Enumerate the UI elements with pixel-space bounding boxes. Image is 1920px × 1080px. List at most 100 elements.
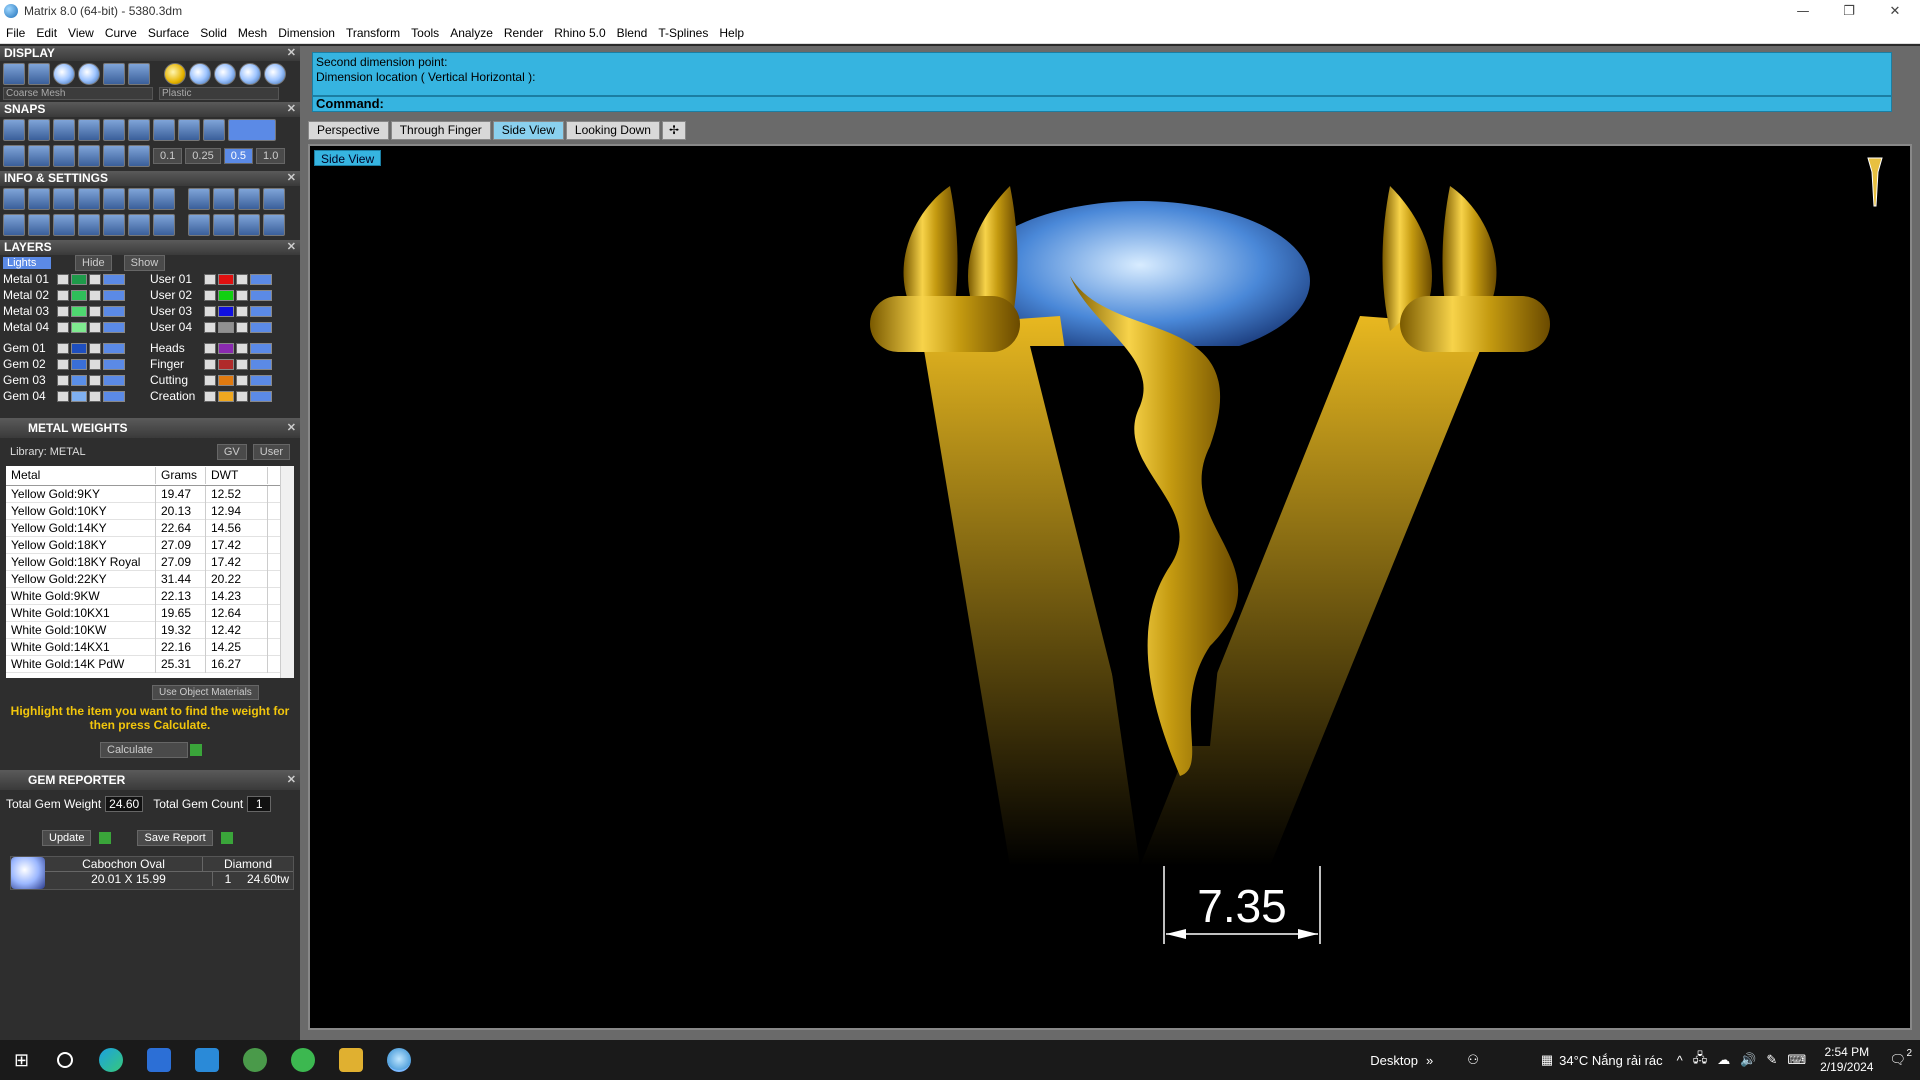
- restore-icon[interactable]: ❐: [1826, 0, 1872, 22]
- menu-mesh[interactable]: Mesh: [238, 26, 267, 40]
- layer-row[interactable]: Cutting: [150, 372, 297, 388]
- hide-button[interactable]: Hide: [75, 255, 112, 271]
- ghost-icon[interactable]: [28, 63, 50, 85]
- volume-icon[interactable]: 🔊: [1740, 1052, 1756, 1068]
- show-button[interactable]: Show: [123, 255, 166, 271]
- search-icon[interactable]: [57, 1052, 74, 1068]
- frame-icon[interactable]: [213, 188, 235, 210]
- table-row[interactable]: Yellow Gold:18KY 27.09 17.42: [6, 536, 294, 554]
- calc-icon[interactable]: [153, 214, 175, 236]
- layer-row[interactable]: User 03: [150, 303, 297, 319]
- layers-icon[interactable]: [53, 188, 75, 210]
- play-icon[interactable]: [220, 832, 233, 844]
- column-icon[interactable]: [78, 214, 100, 236]
- menu-surface[interactable]: Surface: [148, 26, 189, 40]
- snap-value-0[interactable]: 0.1: [153, 148, 183, 164]
- table-row[interactable]: Yellow Gold:10KY 20.13 12.94: [6, 502, 294, 520]
- app-icon[interactable]: [243, 1048, 268, 1072]
- mail-icon[interactable]: [195, 1048, 220, 1072]
- ring-size-icon[interactable]: [1867, 157, 1883, 207]
- use-object-materials[interactable]: Use Object Materials: [152, 685, 259, 700]
- menu-solid[interactable]: Solid: [200, 26, 227, 40]
- close-icon[interactable]: ✕: [287, 46, 296, 61]
- windows-start-icon[interactable]: ⊞: [14, 1050, 29, 1071]
- tab-side-view[interactable]: Side View: [492, 121, 564, 140]
- dimension-value[interactable]: 7.35: [1197, 880, 1287, 932]
- filter-icon[interactable]: [103, 214, 125, 236]
- save-report-button[interactable]: Save Report: [137, 830, 213, 846]
- snap-value-3[interactable]: 1.0: [256, 148, 286, 164]
- clock[interactable]: 2:54 PM 2/19/2024: [1820, 1045, 1873, 1075]
- layer-row[interactable]: User 04: [150, 319, 297, 335]
- menu-curve[interactable]: Curve: [105, 26, 137, 40]
- lights-layer[interactable]: Lights: [3, 257, 51, 269]
- tab-through-finger[interactable]: Through Finger: [390, 121, 491, 140]
- layer-row[interactable]: Metal 01: [3, 271, 150, 287]
- weather-icon[interactable]: ▦: [1541, 1052, 1553, 1068]
- angle-icon[interactable]: [78, 145, 100, 167]
- grid-icon[interactable]: [3, 145, 25, 167]
- render2-icon[interactable]: [213, 214, 235, 236]
- grid-view-icon[interactable]: [3, 214, 25, 236]
- table-row[interactable]: White Gold:14K PdW 25.31 16.27: [6, 655, 294, 673]
- table-row[interactable]: White Gold:9KW 22.13 14.23: [6, 587, 294, 605]
- desktop-toolbar[interactable]: Desktop: [1370, 1053, 1418, 1068]
- layer-row[interactable]: Creation: [150, 388, 297, 404]
- weather-text[interactable]: 34°C Nắng rải rác: [1559, 1053, 1662, 1068]
- quad-snap-icon[interactable]: [153, 119, 175, 141]
- mesh-select[interactable]: Coarse Mesh: [3, 87, 153, 100]
- menu-dimension[interactable]: Dimension: [278, 26, 335, 40]
- tab-perspective[interactable]: Perspective: [308, 121, 389, 140]
- close-icon[interactable]: ✕: [287, 418, 296, 438]
- render-icon[interactable]: [188, 214, 210, 236]
- add-tab-icon[interactable]: ✢: [661, 121, 687, 140]
- tool-icon[interactable]: [188, 188, 210, 210]
- menu-rhino[interactable]: Rhino 5.0: [554, 26, 605, 40]
- menu-analyze[interactable]: Analyze: [450, 26, 493, 40]
- close-icon[interactable]: ✕: [287, 171, 296, 186]
- chrome-material-icon[interactable]: [239, 63, 261, 85]
- table-row[interactable]: White Gold:10KW 19.32 12.42: [6, 621, 294, 639]
- white-material-icon[interactable]: [189, 63, 211, 85]
- snap-value-1[interactable]: 0.25: [185, 148, 221, 164]
- layer-row[interactable]: Gem 03: [3, 372, 150, 388]
- box-icon[interactable]: [153, 188, 175, 210]
- near-icon[interactable]: [128, 145, 150, 167]
- viewport[interactable]: Side View 7.35: [308, 144, 1912, 1030]
- people-icon[interactable]: ⚇: [1467, 1052, 1479, 1068]
- layer-row[interactable]: User 01: [150, 271, 297, 287]
- gem-list-item[interactable]: Cabochon Oval Diamond 20.01 X 15.99 1 24.60…: [10, 856, 294, 890]
- keyboard-icon[interactable]: ⌨: [1787, 1052, 1806, 1068]
- search-icon[interactable]: [28, 188, 50, 210]
- menu-view[interactable]: View: [68, 26, 94, 40]
- snap-toggle-icon[interactable]: [228, 119, 276, 141]
- menu-render[interactable]: Render: [504, 26, 543, 40]
- rendered-icon[interactable]: [78, 63, 100, 85]
- edit-icon[interactable]: [128, 188, 150, 210]
- layer-row[interactable]: Metal 04: [3, 319, 150, 335]
- curve-snap-icon[interactable]: [28, 119, 50, 141]
- menu-edit[interactable]: Edit: [36, 26, 57, 40]
- tray-up-icon[interactable]: ^: [1677, 1053, 1683, 1068]
- command-input[interactable]: Command:: [312, 96, 1892, 112]
- matrix-app-icon[interactable]: [387, 1048, 412, 1072]
- play-icon[interactable]: [190, 743, 202, 756]
- perp-icon[interactable]: [103, 145, 125, 167]
- snap-value-2[interactable]: 0.5: [223, 148, 254, 164]
- plane-icon[interactable]: [28, 145, 50, 167]
- folder-icon[interactable]: [339, 1048, 364, 1072]
- menu-help[interactable]: Help: [719, 26, 744, 40]
- table-row[interactable]: White Gold:14KX1 22.16 14.25: [6, 638, 294, 656]
- sphere-view-icon[interactable]: [103, 63, 125, 85]
- gv-button[interactable]: GV: [216, 444, 247, 460]
- table-row[interactable]: Yellow Gold:14KY 22.64 14.56: [6, 519, 294, 537]
- menu-tools[interactable]: Tools: [411, 26, 439, 40]
- arrows-icon[interactable]: [128, 214, 150, 236]
- layer-row[interactable]: Metal 03: [3, 303, 150, 319]
- edge-icon[interactable]: [99, 1048, 124, 1072]
- material-select[interactable]: Plastic: [159, 87, 279, 100]
- pen-icon[interactable]: ✎: [1766, 1052, 1777, 1068]
- window-icon[interactable]: [28, 214, 50, 236]
- layer-row[interactable]: Gem 02: [3, 356, 150, 372]
- cloud-icon[interactable]: ☁: [1717, 1052, 1730, 1068]
